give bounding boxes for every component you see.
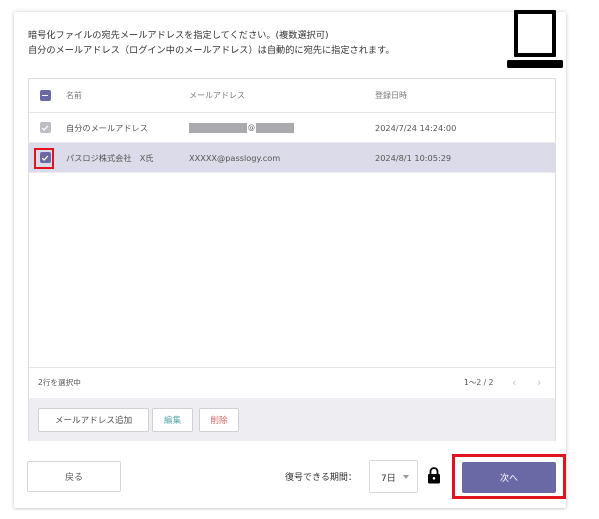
column-header-registered[interactable]: 登録日時 [375, 79, 407, 112]
email-at-sign: @ [248, 123, 255, 132]
row-name: 自分のメールアドレス [66, 122, 148, 133]
redacted-email-user [189, 122, 247, 133]
selected-count: 2行を選択中 [38, 378, 81, 387]
instruction-line-1: 暗号化ファイルの宛先メールアドレスを指定してください。(複数選択可) [28, 30, 329, 41]
checkmark-icon [41, 155, 49, 161]
back-button[interactable]: 戻る [27, 461, 121, 492]
table-row[interactable]: パスロジ株式会社 X氏 XXXXX@passlogy.com 2024/8/1 … [29, 143, 555, 173]
row-email: XXXXX@passlogy.com [189, 152, 281, 163]
chevron-right-icon[interactable]: › [537, 376, 541, 389]
pagination-info: 1〜2 / 2 [464, 378, 494, 387]
redacted-email-domain [256, 122, 294, 133]
laptop-icon [507, 10, 563, 68]
instructions: 暗号化ファイルの宛先メールアドレスを指定してください。(複数選択可) 自分のメー… [28, 28, 395, 58]
add-email-button[interactable]: メールアドレス追加 [38, 408, 149, 432]
row-registered: 2024/7/24 14:24:00 [375, 122, 457, 133]
delete-button[interactable]: 削除 [199, 408, 239, 432]
row-registered: 2024/8/1 10:05:29 [375, 152, 452, 163]
period-select[interactable]: 7日 [369, 460, 418, 493]
table-header: 名前 メールアドレス 登録日時 [29, 79, 555, 113]
column-header-email[interactable]: メールアドレス [189, 79, 245, 112]
row-checkbox[interactable] [38, 143, 52, 172]
column-header-name[interactable]: 名前 [66, 79, 82, 112]
chevron-down-icon [403, 475, 409, 479]
row-checkbox-disabled [38, 113, 52, 142]
table-row[interactable]: 自分のメールアドレス @ 2024/7/24 14:24:00 [29, 113, 555, 143]
table-actions: メールアドレス追加 編集 削除 [29, 398, 555, 441]
select-all-checkbox[interactable] [38, 79, 52, 112]
next-button[interactable]: 次へ [462, 462, 556, 493]
period-label: 復号できる期間： [285, 473, 357, 483]
row-name: パスロジ株式会社 X氏 [66, 152, 154, 163]
recipient-table: 名前 メールアドレス 登録日時 自分のメールアドレス @ 2024/7/24 1… [28, 78, 556, 441]
page: 暗号化ファイルの宛先メールアドレスを指定してください。(複数選択可) 自分のメー… [0, 0, 599, 519]
chevron-left-icon[interactable]: ‹ [512, 376, 516, 389]
period-value: 7日 [381, 474, 396, 484]
instruction-line-2: 自分のメールアドレス（ログイン中のメールアドレス）は自動的に宛先に指定されます。 [28, 45, 395, 56]
edit-button[interactable]: 編集 [152, 408, 193, 432]
row-email-masked: @ [189, 113, 294, 142]
table-footer: 2行を選択中 1〜2 / 2 ‹ › [29, 367, 555, 397]
lock-icon [428, 467, 440, 484]
